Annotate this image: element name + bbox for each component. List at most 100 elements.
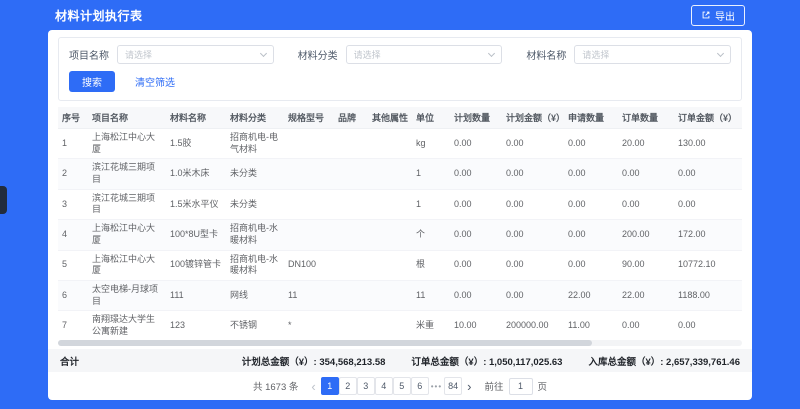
table-cell	[334, 159, 368, 189]
pagination-total: 共 1673 条	[253, 379, 298, 393]
summary-total-2: 入库总金额（¥）: 2,657,339,761.46	[588, 354, 740, 368]
summary-total-1: 订单总金额（¥）: 1,050,117,025.63	[411, 354, 562, 368]
table-cell: 0.00	[564, 250, 618, 280]
table-row: 5上海松江中心大厦100镀锌管卡招商机电-水暖材料DN100根0.000.000…	[58, 250, 742, 280]
summary-total-label: 合计	[60, 354, 79, 368]
material-name-select[interactable]: 请选择	[574, 45, 731, 64]
project-name-label: 项目名称	[69, 47, 109, 62]
summary-total-2-value: 2,657,339,761.46	[666, 357, 740, 368]
table-cell: 太空电梯-月球项目	[88, 280, 166, 310]
table-cell: 米重	[412, 311, 450, 338]
scrollbar-thumb[interactable]	[58, 340, 592, 346]
table-cell	[284, 129, 334, 159]
table-cell: 上海松江中心大厦	[88, 220, 166, 250]
table-row: 1上海松江中心大厦1.5胶招商机电-电气材料kg0.000.000.0020.0…	[58, 129, 742, 159]
table-container: 序号项目名称材料名称材料分类规格型号品牌其他属性单位计划数量计划金额（¥）申请数…	[58, 107, 742, 338]
summary-row: 合计 计划总金额（¥）: 354,568,213.58 订单总金额（¥）: 1,0…	[48, 349, 752, 372]
column-header: 计划金额（¥）	[502, 107, 564, 129]
table-cell: 1	[412, 159, 450, 189]
table-cell: 200.00	[618, 220, 674, 250]
summary-total-0-label: 计划总金额（¥）:	[242, 357, 320, 368]
table-header-row: 序号项目名称材料名称材料分类规格型号品牌其他属性单位计划数量计划金额（¥）申请数…	[58, 107, 742, 129]
project-name-field: 项目名称 请选择	[69, 45, 274, 64]
goto-page-input[interactable]	[509, 378, 533, 395]
page-button-1[interactable]: 1	[321, 377, 339, 395]
table-cell: 0.00	[674, 189, 742, 219]
material-name-placeholder: 请选择	[582, 48, 609, 61]
export-button[interactable]: 导出	[691, 5, 745, 26]
table-cell: 0.00	[450, 220, 502, 250]
export-label: 导出	[715, 8, 735, 23]
table-cell: 4	[58, 220, 88, 250]
sidebar-collapse-handle[interactable]	[0, 186, 7, 214]
summary-total-0-value: 354,568,213.58	[319, 357, 385, 368]
summary-total-1-label: 订单总金额（¥）:	[411, 357, 489, 368]
table-cell: 11.00	[564, 311, 618, 338]
material-category-select[interactable]: 请选择	[346, 45, 503, 64]
page-button-5[interactable]: 5	[393, 377, 411, 395]
chevron-down-icon	[717, 50, 724, 57]
page-button-4[interactable]: 4	[375, 377, 393, 395]
column-header: 序号	[58, 107, 88, 129]
table-cell: 11	[412, 280, 450, 310]
table-cell: 个	[412, 220, 450, 250]
page-button-84[interactable]: 84	[444, 377, 462, 395]
material-name-field: 材料名称请选择	[526, 45, 731, 64]
table-cell: *	[284, 311, 334, 338]
table-cell: 3	[58, 189, 88, 219]
table-cell	[368, 189, 412, 219]
project-name-placeholder: 请选择	[125, 48, 152, 61]
table-cell: 0.00	[564, 189, 618, 219]
table-cell	[334, 311, 368, 338]
table-cell: 1.5米水平仪	[166, 189, 226, 219]
table-cell: 172.00	[674, 220, 742, 250]
summary-total-2-label: 入库总金额（¥）:	[588, 357, 666, 368]
table-cell	[368, 250, 412, 280]
table-cell: 0.00	[502, 280, 564, 310]
table-cell: 招商机电-水暖材料	[226, 220, 284, 250]
table-cell: 90.00	[618, 250, 674, 280]
table-cell: 0.00	[564, 129, 618, 159]
filter-panel: 项目名称请选择材料分类请选择材料名称请选择 搜索 清空筛选	[58, 37, 742, 101]
table-cell: 6	[58, 280, 88, 310]
page-button-3[interactable]: 3	[357, 377, 375, 395]
table-cell: 南翔璟达大学生公寓新建	[88, 311, 166, 338]
search-button[interactable]: 搜索	[69, 71, 115, 92]
material-category-label: 材料分类	[298, 47, 338, 62]
pagination-ellipsis[interactable]: •••	[429, 382, 444, 391]
horizontal-scrollbar[interactable]	[58, 340, 742, 346]
table-cell	[368, 159, 412, 189]
clear-filters-link[interactable]: 清空筛选	[135, 74, 175, 89]
page-button-2[interactable]: 2	[339, 377, 357, 395]
page-button-6[interactable]: 6	[411, 377, 429, 395]
table-cell	[284, 220, 334, 250]
filter-actions: 搜索 清空筛选	[69, 71, 731, 92]
materials-table: 序号项目名称材料名称材料分类规格型号品牌其他属性单位计划数量计划金额（¥）申请数…	[58, 107, 742, 338]
page-title: 材料计划执行表	[55, 7, 143, 24]
content-card: 项目名称请选择材料分类请选择材料名称请选择 搜索 清空筛选 序号项目名称材料名称…	[48, 30, 752, 400]
table-cell: 0.00	[502, 220, 564, 250]
table-cell: 上海松江中心大厦	[88, 129, 166, 159]
column-header: 单位	[412, 107, 450, 129]
table-cell: 1	[412, 189, 450, 219]
next-page-button[interactable]: ›	[467, 380, 471, 393]
app-header: 材料计划执行表 导出	[0, 0, 800, 30]
table-cell: 0.00	[564, 159, 618, 189]
table-row: 6太空电梯-月球项目111网线11110.000.0022.0022.00118…	[58, 280, 742, 310]
table-cell: 1188.00	[674, 280, 742, 310]
table-cell: 0.00	[450, 189, 502, 219]
table-cell: 130.00	[674, 129, 742, 159]
table-cell: 滨江花城三期项目	[88, 189, 166, 219]
table-cell: 0.00	[674, 159, 742, 189]
table-cell	[284, 189, 334, 219]
table-row: 2滨江花城三期项目1.0米木床未分类10.000.000.000.000.00	[58, 159, 742, 189]
project-name-select[interactable]: 请选择	[117, 45, 274, 64]
prev-page-button[interactable]: ‹	[311, 380, 315, 393]
table-cell: 11	[284, 280, 334, 310]
column-header: 订单金额（¥）	[674, 107, 742, 129]
material-category-field: 材料分类请选择	[298, 45, 503, 64]
table-cell: 招商机电-水暖材料	[226, 250, 284, 280]
table-cell: 1.0米木床	[166, 159, 226, 189]
table-cell: 0.00	[564, 220, 618, 250]
column-header: 材料名称	[166, 107, 226, 129]
